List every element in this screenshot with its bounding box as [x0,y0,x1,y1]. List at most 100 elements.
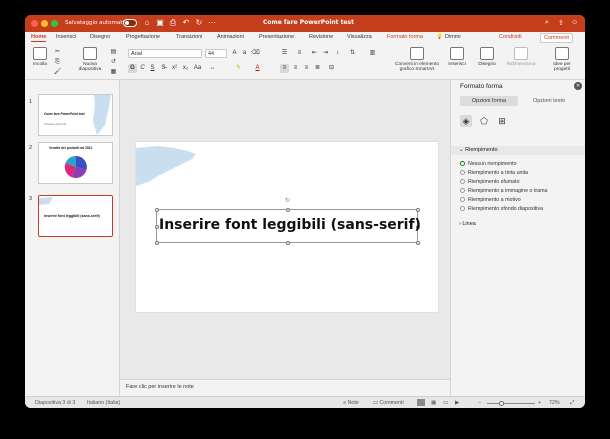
normal-view-icon[interactable] [417,399,425,406]
tab-view[interactable]: Visualizza [347,34,372,40]
tab-animations[interactable]: Animazioni [217,34,244,40]
tab-shape-options[interactable]: Opzioni forma [460,96,518,106]
tab-shape-format[interactable]: Formato forma [387,34,423,40]
italic-button[interactable]: C [138,64,147,73]
search-icon[interactable]: ⌕ [545,19,549,27]
radio[interactable] [460,178,465,184]
fill-line-icon[interactable]: ◈ [460,115,472,127]
bold-button[interactable]: G [128,64,137,73]
tell-me-input[interactable]: Dimmi [445,34,461,40]
slide-title[interactable]: Inserire font leggibili (sans-serif) [159,217,421,233]
new-slide-button[interactable]: Nuova diapositiva [73,47,107,72]
slideshow-view-icon[interactable]: ▶ [455,400,459,406]
convert-smartart-button[interactable]: Converti in elemento grafico SmartArt [390,47,444,72]
tab-insert[interactable]: Inserisci [56,34,76,40]
tab-home[interactable]: Home [31,34,47,42]
bullets-icon[interactable]: ☰ [280,49,289,58]
autosave-toggle[interactable] [123,19,137,27]
tab-text-options[interactable]: Opzioni testo [520,96,578,106]
section-icon[interactable]: ▦ [109,68,118,77]
zoom-level[interactable]: 72% [549,400,560,406]
sorter-view-icon[interactable]: ▦ [431,400,436,406]
close-window-button[interactable] [31,20,38,27]
notes-toggle[interactable]: ≡ Note [343,400,359,406]
save-icon[interactable]: ▣ [155,18,165,28]
tab-draw[interactable]: Disegno [90,34,110,40]
align-left-icon[interactable]: ≡ [280,64,289,73]
font-size-select[interactable]: 44 [205,49,227,58]
superscript-icon[interactable]: x² [170,64,179,73]
copy-icon[interactable]: ⎘ [53,58,62,67]
strikethrough-icon[interactable]: S̶ [159,64,168,73]
zoom-out-icon[interactable]: − [478,400,481,406]
fill-section-header[interactable]: ⌄ Riempimento [451,146,585,155]
line-section-header[interactable]: › Linea [451,220,585,229]
cut-icon[interactable]: ✂ [53,48,62,57]
radio[interactable] [460,205,465,211]
fill-option[interactable]: Riempimento sfumato [460,178,520,186]
language-indicator[interactable]: Italiano (Italia) [87,400,120,406]
slide-thumbnail-1[interactable]: Come fare PowerPoint test Salvatore Aran… [38,94,113,136]
reading-view-icon[interactable]: ▭ [443,400,448,406]
highlight-icon[interactable]: ✎ [234,64,243,73]
more-icon[interactable]: ⋯ [207,18,217,28]
home-icon[interactable]: ⌂ [142,18,152,28]
align-center-icon[interactable]: ≡ [291,64,300,73]
grow-font-icon[interactable]: A [230,49,239,58]
comments-button[interactable]: Commenti [540,33,574,43]
numbering-icon[interactable]: ≡ [295,49,304,58]
tab-slideshow[interactable]: Presentazione [259,34,294,40]
share-button[interactable]: Condividi [499,34,522,40]
resize-handle[interactable] [154,225,159,229]
fill-option[interactable]: Riempimento a motivo [460,196,521,204]
minimize-window-button[interactable] [41,20,48,27]
layout-icon[interactable]: ▤ [109,48,118,57]
zoom-in-icon[interactable]: + [538,400,541,406]
line-spacing-icon[interactable]: ↕ [333,49,342,58]
clear-format-icon[interactable]: ⌫ [251,49,260,58]
print-icon[interactable]: ⎙ [168,18,178,28]
slide-thumbnail-3[interactable]: Inserire font leggibili (sans-serif) [38,195,113,237]
font-name-select[interactable]: Arial [128,49,202,58]
resize-handle[interactable] [286,241,290,245]
resize-handle[interactable] [416,241,420,245]
zoom-window-button[interactable] [51,20,58,27]
shrink-font-icon[interactable]: a [240,49,249,58]
tab-design[interactable]: Progettazione [126,34,160,40]
size-properties-icon[interactable]: ⊞ [496,115,508,127]
zoom-slider[interactable] [487,403,535,404]
align-text-icon[interactable]: ⊟ [327,64,336,73]
subscript-icon[interactable]: x₂ [181,64,190,73]
resize-button[interactable]: Ridimensiona [504,47,538,67]
radio[interactable] [460,169,465,175]
fit-slide-icon[interactable]: ⤢ [570,400,574,407]
font-color-icon[interactable]: A [253,64,262,73]
paste-button[interactable]: Incolla [29,47,51,67]
radio[interactable] [460,196,465,202]
resize-handle[interactable] [286,207,290,212]
fill-option[interactable]: Nessun riempimento [460,160,517,168]
slide-thumbnail-2[interactable]: Vendite dei prodotti nel 2021 [38,142,113,184]
reset-icon[interactable]: ↺ [109,58,118,67]
columns-icon[interactable]: ▥ [368,49,377,58]
insert-shape-button[interactable]: Inserisci [445,47,469,67]
undo-icon[interactable]: ↶ [181,18,191,28]
justify-icon[interactable]: ≣ [313,64,322,73]
radio[interactable] [460,187,465,193]
underline-button[interactable]: S [148,64,157,73]
share-icon[interactable]: ⇪ [558,19,564,27]
char-spacing-icon[interactable]: ↔ [208,64,217,73]
slide-canvas[interactable]: ↻ Inserire font leggibili (sans-serif) [136,142,438,312]
decrease-indent-icon[interactable]: ⇤ [310,49,319,58]
rotate-handle-icon[interactable]: ↻ [284,198,291,205]
increase-indent-icon[interactable]: ⇥ [321,49,330,58]
text-direction-icon[interactable]: ⇅ [348,49,357,58]
resize-handle[interactable] [416,207,420,212]
design-ideas-button[interactable]: Idee per progetti [545,47,579,72]
comments-toggle[interactable]: ▭ Commenti [373,400,404,406]
radio-selected[interactable] [460,160,465,166]
fill-option[interactable]: Riempimento sfondo diapositiva [460,205,543,213]
user-icon[interactable]: ☺ [571,19,578,26]
resize-handle[interactable] [154,207,159,212]
format-painter-icon[interactable]: 🖌 [53,68,62,77]
